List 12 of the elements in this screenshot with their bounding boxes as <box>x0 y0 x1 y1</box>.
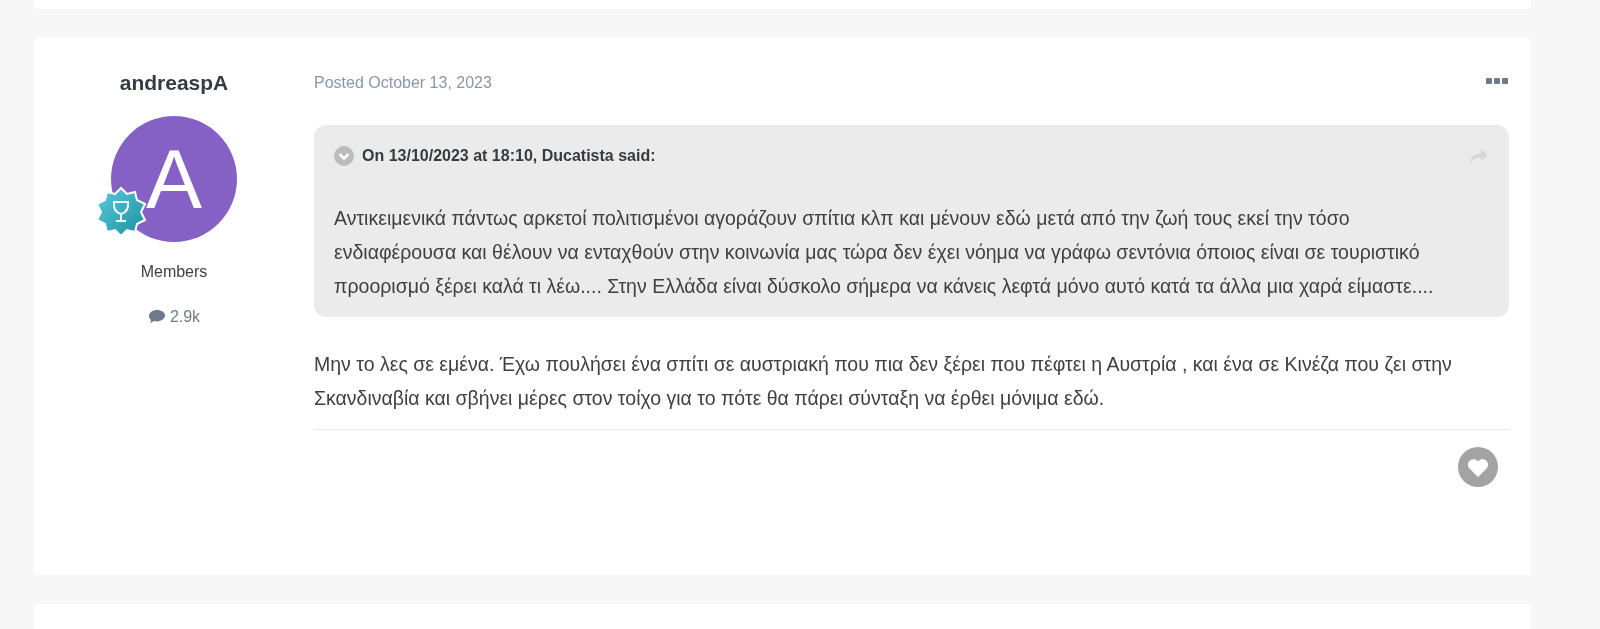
wine-glass-badge-icon <box>95 185 147 238</box>
chevron-down-icon[interactable] <box>334 146 354 166</box>
post-count: 2.9k <box>169 306 201 327</box>
more-options-icon[interactable] <box>1485 76 1509 86</box>
speech-bubble-icon <box>147 309 166 324</box>
quote-text: Αντικειμενικά πάντως αρκετοί πολιτισμένοι αγοράζουν σπίτια κλπ και μένουν εδώ μετά από την ζωή τους εκεί την τόσο ενδιαφέρουσα και θέλουν να ενταχθούν στην κοινωνία μας τώρα δεν έχει νόημα να γράφω σεντόνια όποιος είναι σε τουριστικό προορισμό ξέρει καλά τι λέω.... Στην Ελλάδα είναι δύσκολο σήμερα να κάνεις λεφτά μόνο αυτό κατά τα άλλα μια χαρά είμαστε.... <box>333 206 1435 299</box>
quote-citation: On 13/10/2023 at 18:10, Ducatista said: <box>362 146 656 166</box>
member-group: Members <box>34 259 314 284</box>
post-text: Μην το λες σε εμένα. Έχω πουλήσει ένα σπίτι σε αυστριακή που πια δεν ξέρει που πέφτει η Αυστρία , και ένα σε Κινέζα που ζει στην Σκανδιναβία και σβήνει μέρες στον τοίχο για το πότε θα πάρει σύνταξη να έρθει μόνιμα εδώ. <box>314 347 1509 430</box>
avatar[interactable]: A <box>111 115 237 242</box>
author-name[interactable]: andreaspA <box>34 67 314 99</box>
post-date: Posted October 13, 2023 <box>314 73 492 93</box>
